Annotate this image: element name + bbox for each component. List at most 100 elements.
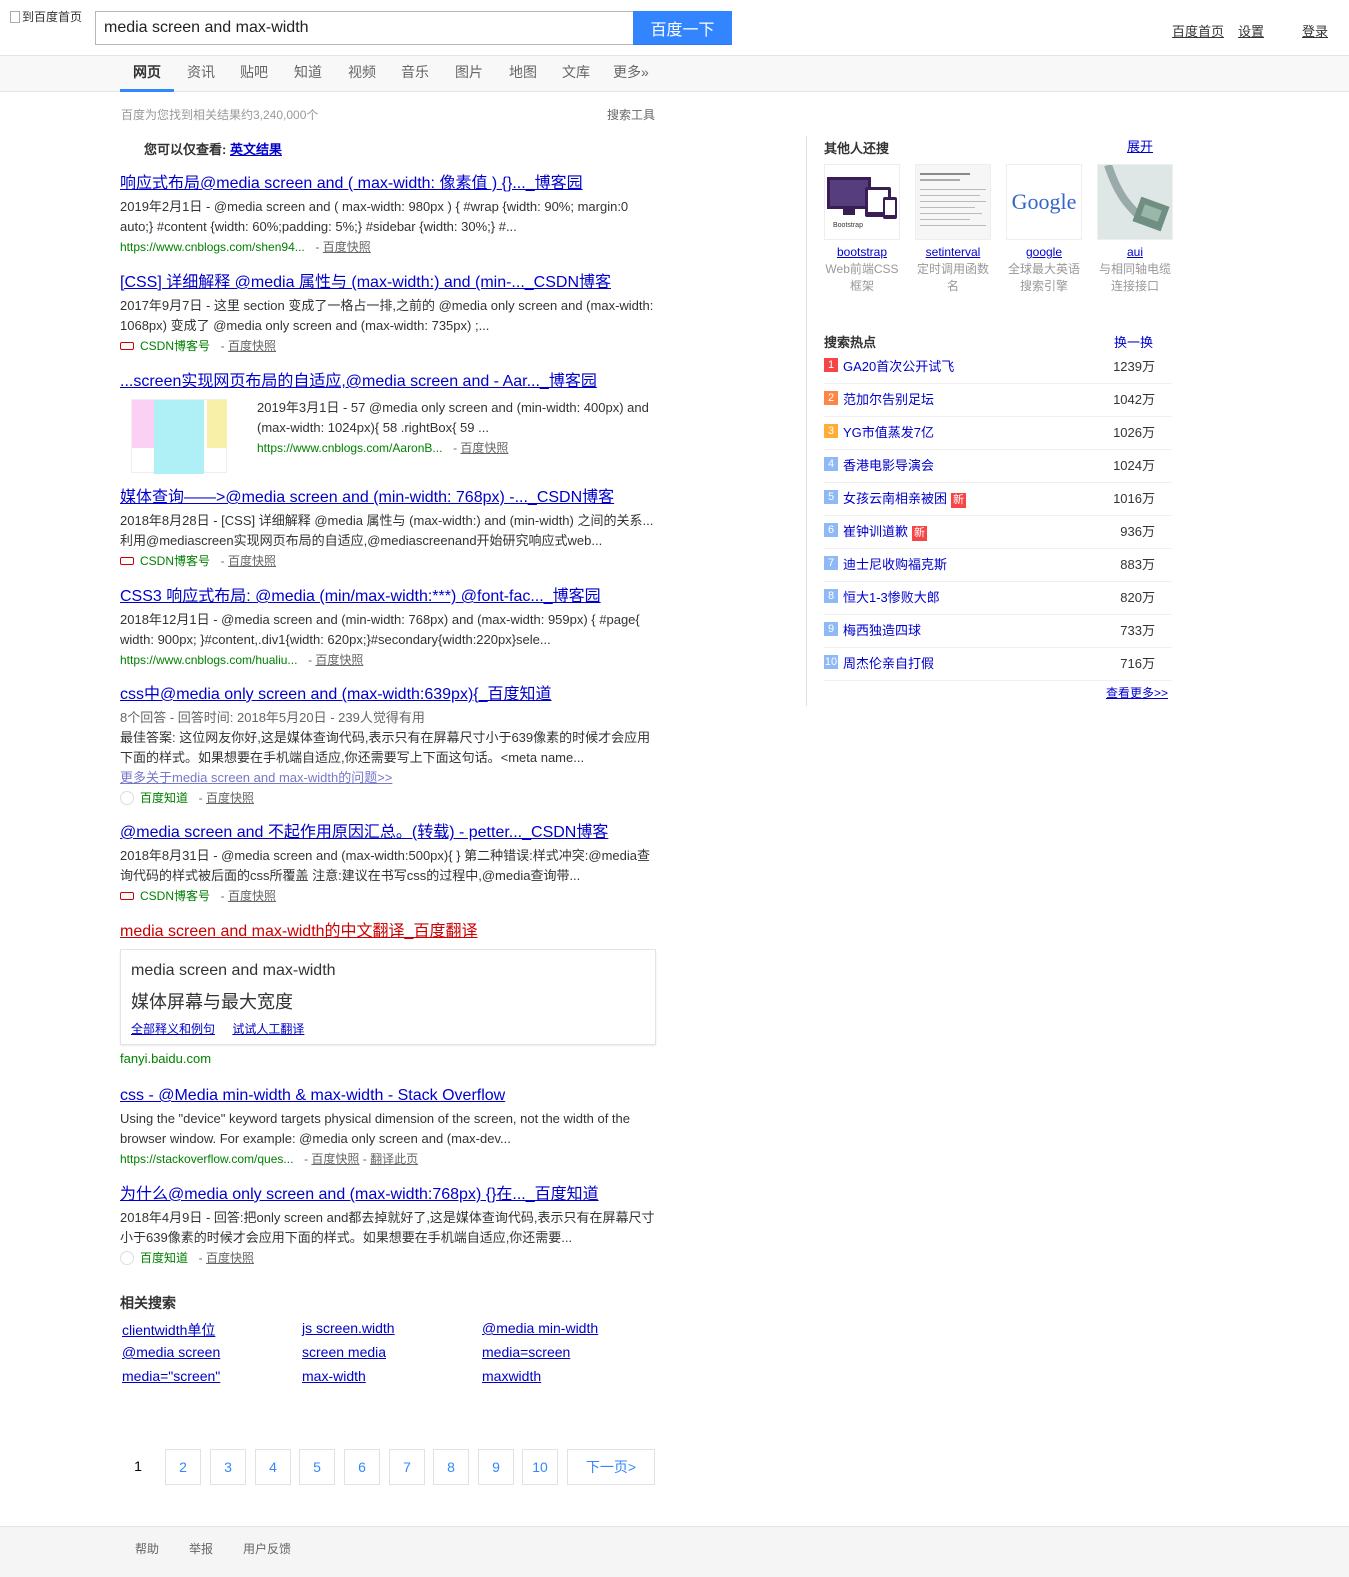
related-card[interactable]: setinterval 定时调用函数名 [915, 164, 991, 295]
related-card-name[interactable]: aui [1097, 245, 1173, 259]
related-search-link[interactable]: screen media [302, 1344, 386, 1360]
see-more-link[interactable]: 查看更多>> [1106, 684, 1168, 701]
search-input[interactable] [95, 11, 633, 45]
related-search-link[interactable]: @media screen [122, 1344, 220, 1360]
baidu-home-link[interactable]: 百度首页 [1172, 21, 1224, 40]
tab-video[interactable]: 视频 [348, 56, 376, 92]
snapshot-link[interactable]: 百度快照 [228, 554, 276, 568]
result-title-link[interactable]: @media screen and 不起作用原因汇总。(转载) - petter… [120, 824, 608, 841]
hot-rank: 9 [824, 622, 838, 636]
hot-item[interactable]: 1 GA20首次公开试飞 1239万 [824, 351, 1172, 384]
result-title-link[interactable]: css - @Media min-width & max-width - Sta… [120, 1087, 505, 1104]
related-search-link[interactable]: media=screen [482, 1344, 570, 1360]
result-title-link[interactable]: 媒体查询——>@media screen and (min-width: 768… [120, 489, 614, 506]
tab-tieba[interactable]: 贴吧 [240, 56, 268, 92]
page-link[interactable]: 9 [478, 1449, 514, 1485]
english-results-link[interactable]: 英文结果 [230, 142, 282, 157]
snapshot-link[interactable]: 百度快照 [228, 889, 276, 903]
broken-image-icon [10, 10, 20, 23]
hot-item[interactable]: 3 YG市值蒸发7亿 1026万 [824, 417, 1172, 450]
tab-more[interactable]: 更多» [613, 56, 649, 92]
snapshot-link[interactable]: 百度快照 [228, 339, 276, 353]
snapshot-link[interactable]: 百度快照 [311, 1152, 359, 1166]
tab-news[interactable]: 资讯 [187, 56, 215, 92]
tab-map[interactable]: 地图 [509, 56, 537, 92]
footer-feedback-link[interactable]: 用户反馈 [243, 1540, 291, 1557]
result-title-link[interactable]: [CSS] 详细解释 @media 属性与 (max-width:) and (… [120, 274, 611, 291]
snapshot-link[interactable]: 百度快照 [323, 240, 371, 254]
footer-report-link[interactable]: 举报 [189, 1540, 213, 1557]
page-link[interactable]: 2 [165, 1449, 201, 1485]
result-title-link[interactable]: 响应式布局@media screen and ( max-width: 像素值 … [120, 175, 583, 192]
hot-title[interactable]: 梅西独造四球 [843, 620, 921, 639]
hot-item[interactable]: 7 迪士尼收购福克斯 883万 [824, 549, 1172, 582]
more-questions-link[interactable]: 更多关于media screen and max-width的问题>> [120, 770, 392, 785]
related-search-link[interactable]: maxwidth [482, 1368, 541, 1384]
page-link[interactable]: 3 [210, 1449, 246, 1485]
next-page-button[interactable]: 下一页> [567, 1449, 655, 1485]
page-link[interactable]: 8 [433, 1449, 469, 1485]
hot-item[interactable]: 5 女孩云南相亲被困新 1016万 [824, 483, 1172, 516]
hot-title[interactable]: 恒大1-3惨败大郎 [843, 587, 940, 606]
related-search-link[interactable]: clientwidth单位 [122, 1320, 215, 1340]
related-card-name[interactable]: bootstrap [824, 245, 900, 259]
result-title-link[interactable]: media screen and max-width的中文翻译_百度翻译 [120, 923, 477, 940]
login-link[interactable]: 登录 [1302, 21, 1328, 40]
result-title-link[interactable]: CSS3 响应式布局: @media (min/max-width:***) @… [120, 588, 601, 605]
hot-title[interactable]: 崔钟训道歉新 [843, 521, 928, 541]
csdn-logo-icon [120, 557, 134, 565]
related-search-link[interactable]: max-width [302, 1368, 366, 1384]
hot-title[interactable]: 女孩云南相亲被困新 [843, 488, 967, 508]
related-card[interactable]: aui 与相同轴电缆连接接口 [1097, 164, 1173, 295]
tab-image[interactable]: 图片 [455, 56, 483, 92]
hot-item[interactable]: 9 梅西独造四球 733万 [824, 615, 1172, 648]
tab-zhidao[interactable]: 知道 [294, 56, 322, 92]
snapshot-link[interactable]: 百度快照 [460, 441, 508, 455]
result-count: 百度为您找到相关结果约3,240,000个 [121, 108, 319, 122]
result-source: CSDN博客号 - 百度快照 [120, 886, 660, 906]
result-title-link[interactable]: ...screen实现网页布局的自适应,@media screen and - … [120, 373, 597, 390]
hot-title[interactable]: 迪士尼收购福克斯 [843, 554, 947, 573]
page-link[interactable]: 4 [255, 1449, 291, 1485]
hot-item[interactable]: 4 香港电影导演会 1024万 [824, 450, 1172, 483]
page-link[interactable]: 10 [522, 1449, 558, 1485]
related-card-name[interactable]: google [1006, 245, 1082, 259]
human-translate-link[interactable]: 试试人工翻译 [232, 1022, 304, 1036]
result-title-link[interactable]: 为什么@media only screen and (max-width:768… [120, 1186, 599, 1203]
hot-item[interactable]: 6 崔钟训道歉新 936万 [824, 516, 1172, 549]
search-tools-link[interactable]: 搜索工具 [607, 106, 655, 123]
settings-link[interactable]: 设置 [1238, 21, 1264, 40]
related-card[interactable]: Google google 全球最大英语搜索引擎 [1006, 164, 1082, 295]
hot-item[interactable]: 10 周杰伦亲自打假 716万 [824, 648, 1172, 681]
result-title-link[interactable]: css中@media only screen and (max-width:63… [120, 686, 552, 703]
all-definitions-link[interactable]: 全部释义和例句 [131, 1022, 215, 1036]
snapshot-link[interactable]: 百度快照 [206, 1251, 254, 1265]
baidu-logo-link[interactable]: 到百度首页 [10, 8, 82, 25]
tab-web[interactable]: 网页 [120, 56, 174, 92]
snapshot-link[interactable]: 百度快照 [206, 791, 254, 805]
related-card-name[interactable]: setinterval [915, 245, 991, 259]
hot-item[interactable]: 8 恒大1-3惨败大郎 820万 [824, 582, 1172, 615]
page-link[interactable]: 5 [299, 1449, 335, 1485]
tab-wenku[interactable]: 文库 [562, 56, 590, 92]
expand-link[interactable]: 展开 [1127, 136, 1153, 155]
hot-title[interactable]: 香港电影导演会 [843, 455, 934, 474]
translate-page-link[interactable]: 翻译此页 [370, 1152, 418, 1166]
hot-title[interactable]: 范加尔告别足坛 [843, 389, 934, 408]
related-card[interactable]: Bootstrap bootstrap Web前端CSS框架 [824, 164, 900, 295]
page-link[interactable]: 6 [344, 1449, 380, 1485]
snapshot-link[interactable]: 百度快照 [315, 653, 363, 667]
hot-item[interactable]: 2 范加尔告别足坛 1042万 [824, 384, 1172, 417]
hot-title[interactable]: 周杰伦亲自打假 [843, 653, 934, 672]
hot-title[interactable]: GA20首次公开试飞 [843, 356, 954, 375]
footer-help-link[interactable]: 帮助 [135, 1540, 159, 1557]
related-search-link[interactable]: @media min-width [482, 1320, 598, 1336]
related-search-link[interactable]: js screen.width [302, 1320, 395, 1336]
refresh-hot-link[interactable]: 换一换 [1114, 332, 1153, 351]
search-button[interactable]: 百度一下 [633, 11, 732, 45]
hot-title[interactable]: YG市值蒸发7亿 [843, 422, 934, 441]
page-link[interactable]: 7 [389, 1449, 425, 1485]
tab-music[interactable]: 音乐 [401, 56, 429, 92]
result-thumbnail[interactable] [131, 399, 227, 474]
related-search-link[interactable]: media="screen" [122, 1368, 220, 1384]
